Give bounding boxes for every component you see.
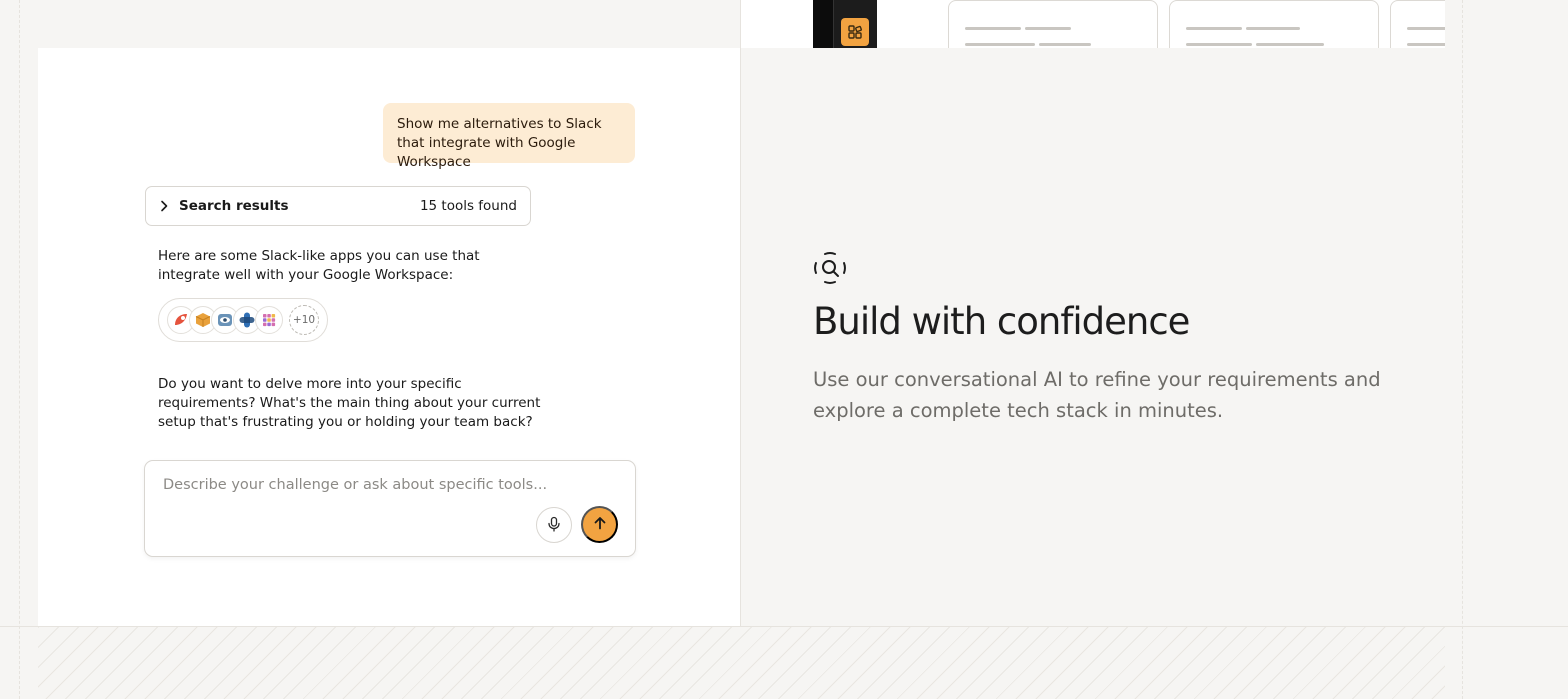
- top-preview-strip: [38, 0, 1445, 48]
- grid-app-icon: [841, 18, 869, 46]
- tool-logos-group[interactable]: +10: [158, 298, 328, 342]
- guide-line: [19, 0, 20, 699]
- feature-description: Use our conversational AI to refine your…: [813, 368, 1381, 422]
- assistant-reply-followup: Do you want to delve more into your spec…: [158, 376, 541, 430]
- preview-card: [1390, 0, 1445, 48]
- send-button[interactable]: [581, 506, 618, 543]
- hatched-footer-band: [38, 627, 1445, 699]
- user-message-bubble: Show me alternatives to Slack that integ…: [383, 103, 635, 170]
- tools-found-count: 15 tools found: [419, 198, 517, 214]
- search-results-toggle[interactable]: Search results 15 tools found: [145, 186, 531, 226]
- cube-app-icon: [255, 306, 283, 334]
- chat-panel: Show me alternatives to Slack that integ…: [38, 48, 741, 626]
- preview-card: [1169, 0, 1379, 48]
- feature-panel: Build with confidence Use our conversati…: [741, 48, 1445, 626]
- composer-placeholder[interactable]: Describe your challenge or ask about spe…: [163, 477, 547, 493]
- search-results-label: Search results: [179, 198, 289, 214]
- microphone-button[interactable]: [536, 507, 572, 543]
- preview-card: [948, 0, 1158, 48]
- arrow-up-icon: [592, 515, 608, 534]
- guide-line: [1462, 0, 1463, 699]
- app-preview: [741, 0, 1445, 48]
- microphone-icon: [546, 516, 562, 535]
- assistant-reply-intro: Here are some Slack-like apps you can us…: [158, 248, 480, 283]
- chevron-right-icon: [157, 199, 171, 213]
- top-left-cell: [38, 0, 741, 48]
- more-tools-badge[interactable]: +10: [289, 305, 319, 335]
- message-composer[interactable]: Describe your challenge or ask about spe…: [144, 460, 636, 557]
- feature-title: Build with confidence: [813, 300, 1190, 343]
- search-scan-icon: [813, 251, 847, 285]
